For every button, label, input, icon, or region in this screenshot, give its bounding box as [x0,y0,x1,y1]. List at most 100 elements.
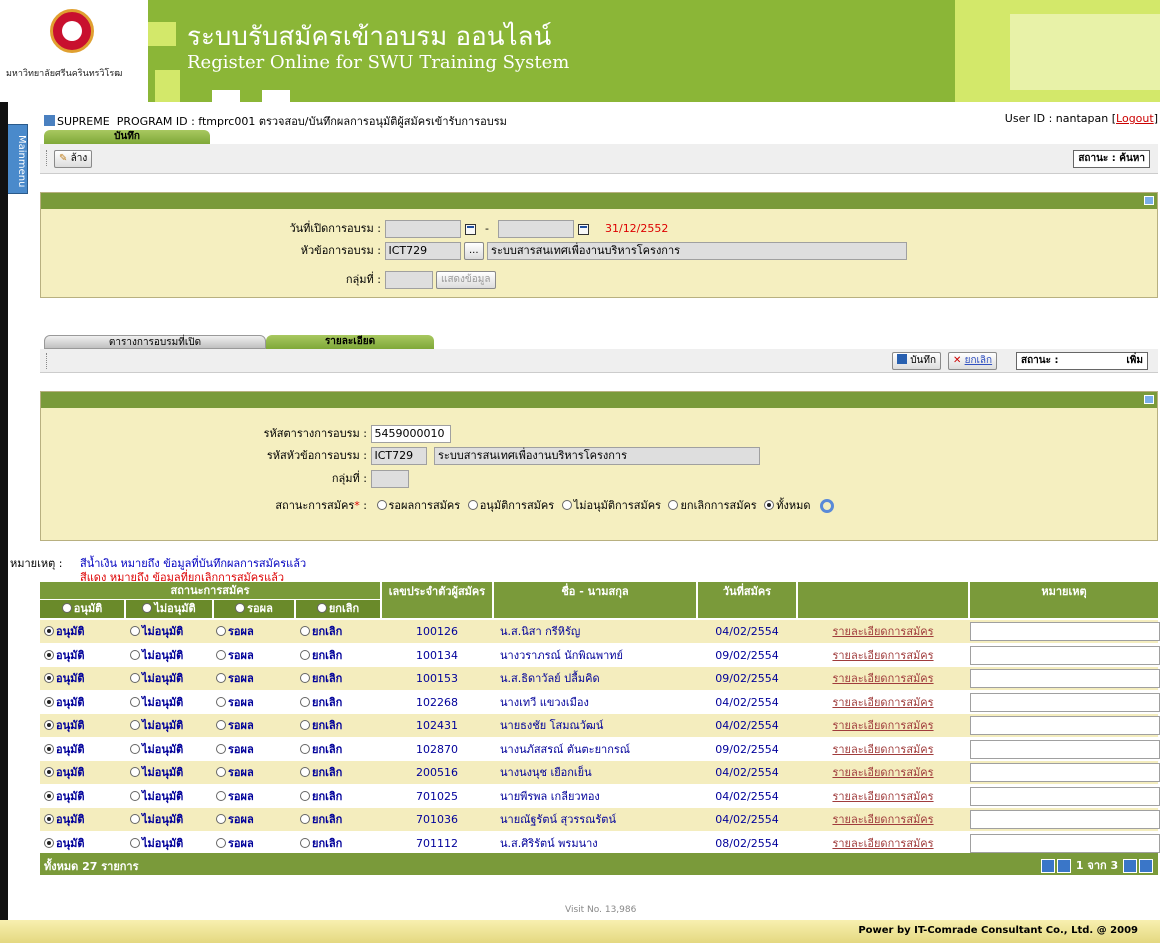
pending-radio[interactable]: รอผล [216,738,254,761]
banner-block [148,22,176,46]
reject-radio[interactable]: ไม่อนุมัติ [130,738,183,761]
reject-radio[interactable]: ไม่อนุมัติ [130,691,183,714]
calendar-icon[interactable] [464,223,476,235]
first-page-icon[interactable] [1041,859,1056,873]
save-button[interactable]: บันทึก [892,352,942,370]
application-detail-link[interactable]: รายละเอียดการสมัคร [832,813,933,826]
cancel-radio[interactable]: ยกเลิก [300,667,342,690]
cancel-radio[interactable]: ยกเลิก [300,808,342,831]
approve-radio[interactable]: อนุมัติ [44,691,85,714]
approve-radio[interactable]: อนุมัติ [44,785,85,808]
application-detail-link[interactable]: รายละเอียดการสมัคร [832,672,933,685]
remark-input[interactable] [970,786,1160,806]
pending-radio[interactable]: รอผล [216,667,254,690]
approve-radio[interactable]: อนุมัติ [44,832,85,855]
tab-detail[interactable]: รายละเอียด [266,335,434,349]
status-option-rejected[interactable]: ไม่อนุมัติการสมัคร [561,499,661,512]
cancel-radio[interactable]: ยกเลิก [300,785,342,808]
reject-radio[interactable]: ไม่อนุมัติ [130,785,183,808]
date-from-input[interactable] [384,220,461,238]
application-detail-link[interactable]: รายละเอียดการสมัคร [832,625,933,638]
topic-lookup-button[interactable]: ... [464,242,484,260]
tab-open-schedule[interactable]: ตารางการอบรมที่เปิด [44,335,266,349]
cancel-radio[interactable]: ยกเลิก [300,761,342,784]
pending-radio[interactable]: รอผล [216,832,254,855]
radio-icon [300,814,310,824]
approve-radio[interactable]: อนุมัติ [44,761,85,784]
pending-radio[interactable]: รอผล [216,761,254,784]
cancel-radio[interactable]: ยกเลิก [300,644,342,667]
pending-radio[interactable]: รอผล [216,714,254,737]
status-option-cancelled[interactable]: ยกเลิกการสมัคร [668,499,757,512]
clear-button[interactable]: ✎ ล้าง [54,150,93,168]
mainmenu-tab[interactable]: Mainmenu [8,124,28,194]
status-option-all[interactable]: ทั้งหมด [764,499,811,512]
pending-radio[interactable]: รอผล [216,620,254,643]
application-detail-link[interactable]: รายละเอียดการสมัคร [832,837,933,850]
approve-radio[interactable]: อนุมัติ [44,714,85,737]
remark-input[interactable] [970,669,1160,688]
cancel-radio[interactable]: ยกเลิก [300,738,342,761]
calendar-icon[interactable] [578,223,590,235]
collapse-icon[interactable] [1144,196,1154,205]
reject-radio[interactable]: ไม่อนุมัติ [130,714,183,737]
application-detail-link[interactable]: รายละเอียดการสมัคร [832,743,933,756]
logout-link[interactable]: Logout [1116,112,1154,125]
reject-radio[interactable]: ไม่อนุมัติ [130,832,183,855]
remark-input[interactable] [970,763,1160,782]
approve-radio[interactable]: อนุมัติ [44,808,85,831]
approve-radio[interactable]: อนุมัติ [44,738,85,761]
pending-radio[interactable]: รอผล [216,785,254,808]
remark-input[interactable] [970,833,1160,853]
approve-radio[interactable]: อนุมัติ [44,620,85,643]
application-detail-link[interactable]: รายละเอียดการสมัคร [832,719,933,732]
remark-input[interactable] [970,645,1160,665]
approve-radio[interactable]: อนุมัติ [44,644,85,667]
reject-radio[interactable]: ไม่อนุมัติ [130,667,183,690]
cancel-radio[interactable]: ยกเลิก [300,691,342,714]
status-option-pending[interactable]: รอผลการสมัคร [376,499,460,512]
cancel-radio[interactable]: ยกเลิก [300,832,342,855]
date-hint: 31/12/2552 [604,222,669,235]
remark-input[interactable] [970,622,1160,641]
status-option-approved[interactable]: อนุมัติการสมัคร [467,499,554,512]
application-detail-link[interactable]: รายละเอียดการสมัคร [832,649,933,662]
detail-group-label: กลุ่มที่ : [331,472,367,485]
reject-radio[interactable]: ไม่อนุมัติ [130,761,183,784]
cancel-button[interactable]: ✕ ยกเลิก [948,352,998,370]
last-page-icon[interactable] [1139,859,1153,873]
remark-input[interactable] [970,692,1160,712]
approve-radio[interactable]: อนุมัติ [44,667,85,690]
date-to-input[interactable] [498,220,575,238]
pending-radio[interactable]: รอผล [216,808,254,831]
search-icon[interactable] [820,499,834,513]
header-approve-all[interactable]: อนุมัติ [40,600,124,618]
pending-radio[interactable]: รอผล [216,644,254,667]
reject-radio[interactable]: ไม่อนุมัติ [130,644,183,667]
cancel-radio[interactable]: ยกเลิก [300,714,342,737]
remark-input[interactable] [970,739,1160,759]
topic-code-input[interactable]: ICT729 [384,242,461,260]
show-data-button[interactable]: แสดงข้อมูล [436,271,496,289]
pending-radio[interactable]: รอผล [216,691,254,714]
cancel-radio[interactable]: ยกเลิก [300,620,342,643]
header-reject-all[interactable]: ไม่อนุมัติ [126,600,212,618]
header-pending-all[interactable]: รอผล [214,600,294,618]
prev-page-icon[interactable] [1057,859,1072,873]
application-detail-link[interactable]: รายละเอียดการสมัคร [832,790,933,803]
reject-radio[interactable]: ไม่อนุมัติ [130,808,183,831]
application-detail-link[interactable]: รายละเอียดการสมัคร [832,696,933,709]
collapse-icon[interactable] [1144,395,1154,404]
applicant-name: นางเทวี แขวงเมือง [500,695,589,709]
search-status: สถานะ : ค้นหา [1073,150,1150,168]
reject-radio[interactable]: ไม่อนุมัติ [130,620,183,643]
remark-input[interactable] [970,716,1160,735]
next-page-icon[interactable] [1123,859,1137,873]
application-detail-link[interactable]: รายละเอียดการสมัคร [832,766,933,779]
radio-icon [764,500,775,510]
tab-save[interactable]: บันทึก [44,130,210,144]
schedule-code-label: รหัสตารางการอบรม : [263,427,367,440]
group-input[interactable] [384,271,433,289]
header-cancel-all[interactable]: ยกเลิก [296,600,380,618]
remark-input[interactable] [970,810,1160,829]
